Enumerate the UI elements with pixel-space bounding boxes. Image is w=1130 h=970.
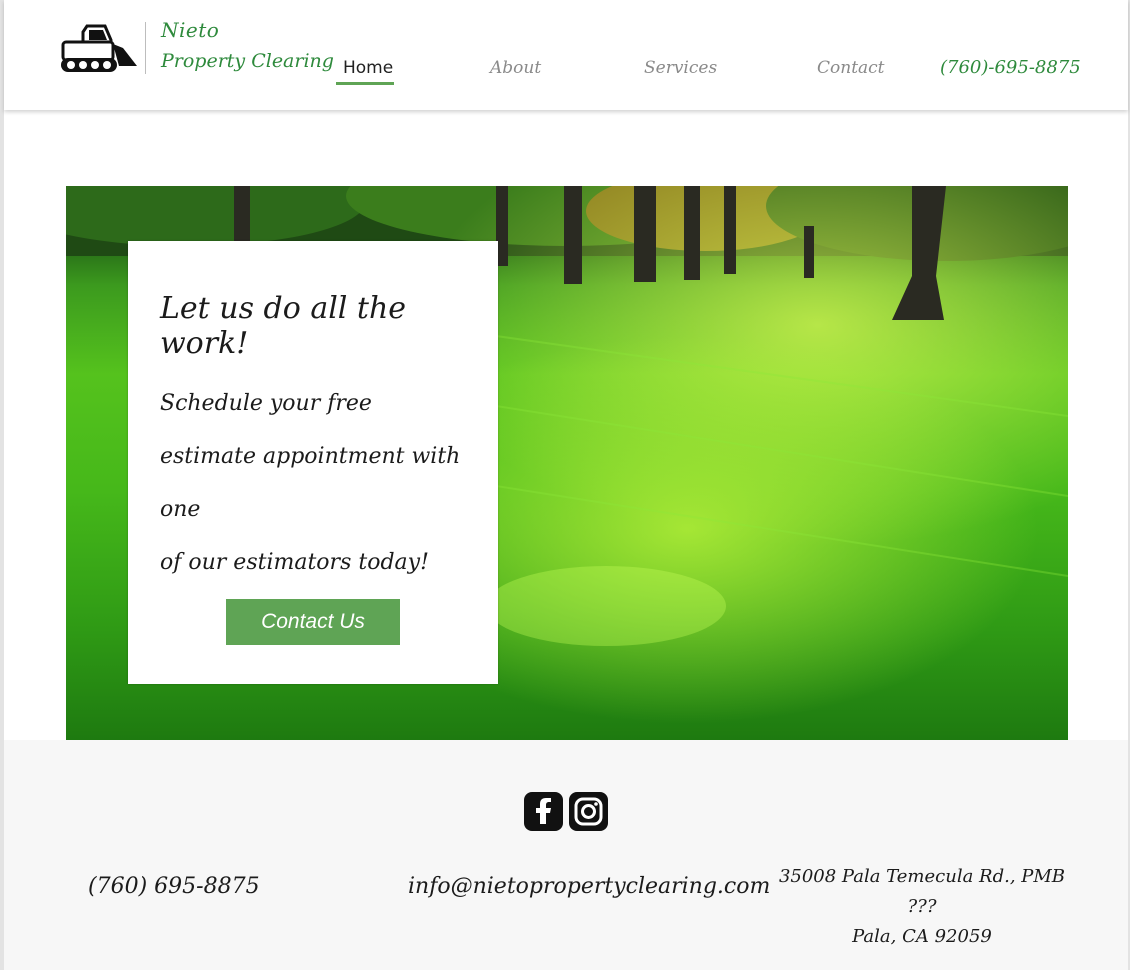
brand-name[interactable]: Nieto <box>161 18 219 42</box>
social-links <box>524 792 608 831</box>
hero-body-line: of our estimators today! <box>160 550 429 575</box>
nav-active-indicator <box>336 82 394 85</box>
site-footer: (760) 695-8875 info@nietopropertyclearin… <box>4 740 1128 970</box>
nav-about[interactable]: About <box>490 58 541 78</box>
header-phone-link[interactable]: (760)-695-8875 <box>940 57 1081 78</box>
hero-card: Let us do all the work! Schedule your fr… <box>128 241 498 684</box>
address-line: Pala, CA 92059 <box>852 926 992 947</box>
hero-body: Schedule your free estimate appointment … <box>160 377 490 589</box>
hero-heading: Let us do all the work! <box>160 291 407 361</box>
nav-home[interactable]: Home <box>343 58 393 78</box>
skid-steer-loader-icon[interactable] <box>57 22 141 78</box>
hero-body-line: Schedule your free <box>160 391 372 416</box>
footer-address: 35008 Pala Temecula Rd., PMB ??? Pala, C… <box>762 862 1082 952</box>
nav-services[interactable]: Services <box>644 58 717 78</box>
logo-divider <box>145 22 146 74</box>
footer-email-link[interactable]: info@nietopropertyclearing.com <box>408 874 770 899</box>
instagram-icon[interactable] <box>569 792 608 831</box>
site-header: Nieto Property Clearing Home About Servi… <box>4 0 1128 110</box>
nav-contact[interactable]: Contact <box>817 58 885 78</box>
address-line: 35008 Pala Temecula Rd., PMB ??? <box>778 866 1066 917</box>
footer-phone[interactable]: (760) 695-8875 <box>88 874 260 899</box>
brand-tagline[interactable]: Property Clearing <box>161 50 334 72</box>
hero-body-line: estimate appointment with one <box>160 444 461 522</box>
facebook-icon[interactable] <box>524 792 563 831</box>
contact-us-button[interactable]: Contact Us <box>226 599 400 645</box>
